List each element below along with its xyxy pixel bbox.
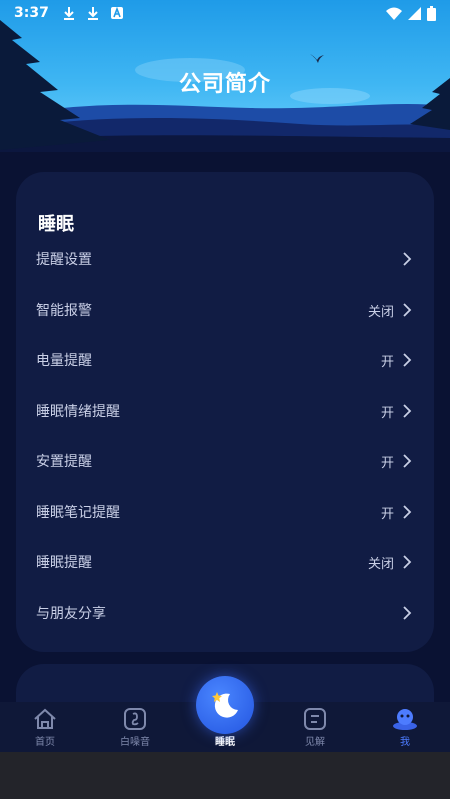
card-title: 睡眠 [38,214,74,235]
row-label: 智能报警 [36,303,92,319]
page-title: 公司简介 [178,72,271,97]
status-time: 3:37 [14,5,49,21]
row-label: 与朋友分享 [36,606,106,622]
row-label: 提醒设置 [36,252,92,268]
battery-icon [427,5,436,21]
tab-label: 见解 [305,737,325,748]
tab-profile[interactable]: 我 [360,702,450,752]
settings-row-sleep-mood-reminder[interactable]: 睡眠情绪提醒 开 [16,386,434,436]
tab-label: 白噪音 [120,737,150,748]
row-label: 睡眠笔记提醒 [36,505,120,521]
chevron-right-icon [403,404,412,418]
signal-icon [408,6,421,20]
chevron-right-icon [403,252,412,266]
chevron-right-icon [403,505,412,519]
settings-row-placement-reminder[interactable]: 安置提醒 开 [16,436,434,486]
settings-row-reminder-settings[interactable]: 提醒设置 [16,234,434,284]
row-label: 电量提醒 [36,353,92,369]
row-label: 睡眠提醒 [36,555,92,571]
tab-home[interactable]: 首页 [0,702,90,752]
insight-icon [304,708,326,730]
settings-row-battery-reminder[interactable]: 电量提醒 开 [16,335,434,385]
white-noise-icon [124,708,146,730]
moon-icon [212,692,238,718]
sleep-center-button[interactable] [196,676,254,734]
row-value: 关闭 [367,304,394,320]
status-bar: 3:37 [0,0,450,26]
tab-label: 睡眠 [215,737,235,748]
settings-row-share-with-friends[interactable]: 与朋友分享 [16,588,434,638]
settings-row-sleep-reminder[interactable]: 睡眠提醒 关闭 [16,537,434,587]
sleep-settings-card: 睡眠 提醒设置 智能报警 关闭 电量提醒 开 睡眠情绪提醒 开 安置提醒 开 睡… [16,172,434,652]
row-label: 安置提醒 [36,454,92,470]
tab-label: 我 [400,737,410,748]
download-icon [63,7,74,20]
tab-insights[interactable]: 见解 [270,702,360,752]
tab-white-noise[interactable]: 白噪音 [90,702,180,752]
row-value: 开 [380,506,394,522]
chevron-right-icon [403,606,412,620]
bird-icon [310,54,324,63]
home-icon [34,708,56,729]
system-icons [386,5,436,21]
header: 3:37 公司简介 [0,0,450,152]
profile-icon [393,709,417,730]
row-value: 开 [380,354,394,370]
settings-row-sleep-notes-reminder[interactable]: 睡眠笔记提醒 开 [16,487,434,537]
chevron-right-icon [403,555,412,569]
row-value: 开 [380,455,394,471]
row-label: 睡眠情绪提醒 [36,404,120,420]
download-icon [87,7,98,20]
chevron-right-icon [403,353,412,367]
wifi-icon [386,7,402,20]
row-value: 关闭 [367,556,394,572]
font-app-icon [110,7,123,19]
chevron-right-icon [403,303,412,317]
system-navigation-bar [0,752,450,799]
tab-label: 首页 [35,737,55,748]
notification-icons [63,6,123,20]
settings-row-smart-alarm[interactable]: 智能报警 关闭 [16,285,434,335]
row-value: 开 [380,405,394,421]
chevron-right-icon [403,454,412,468]
